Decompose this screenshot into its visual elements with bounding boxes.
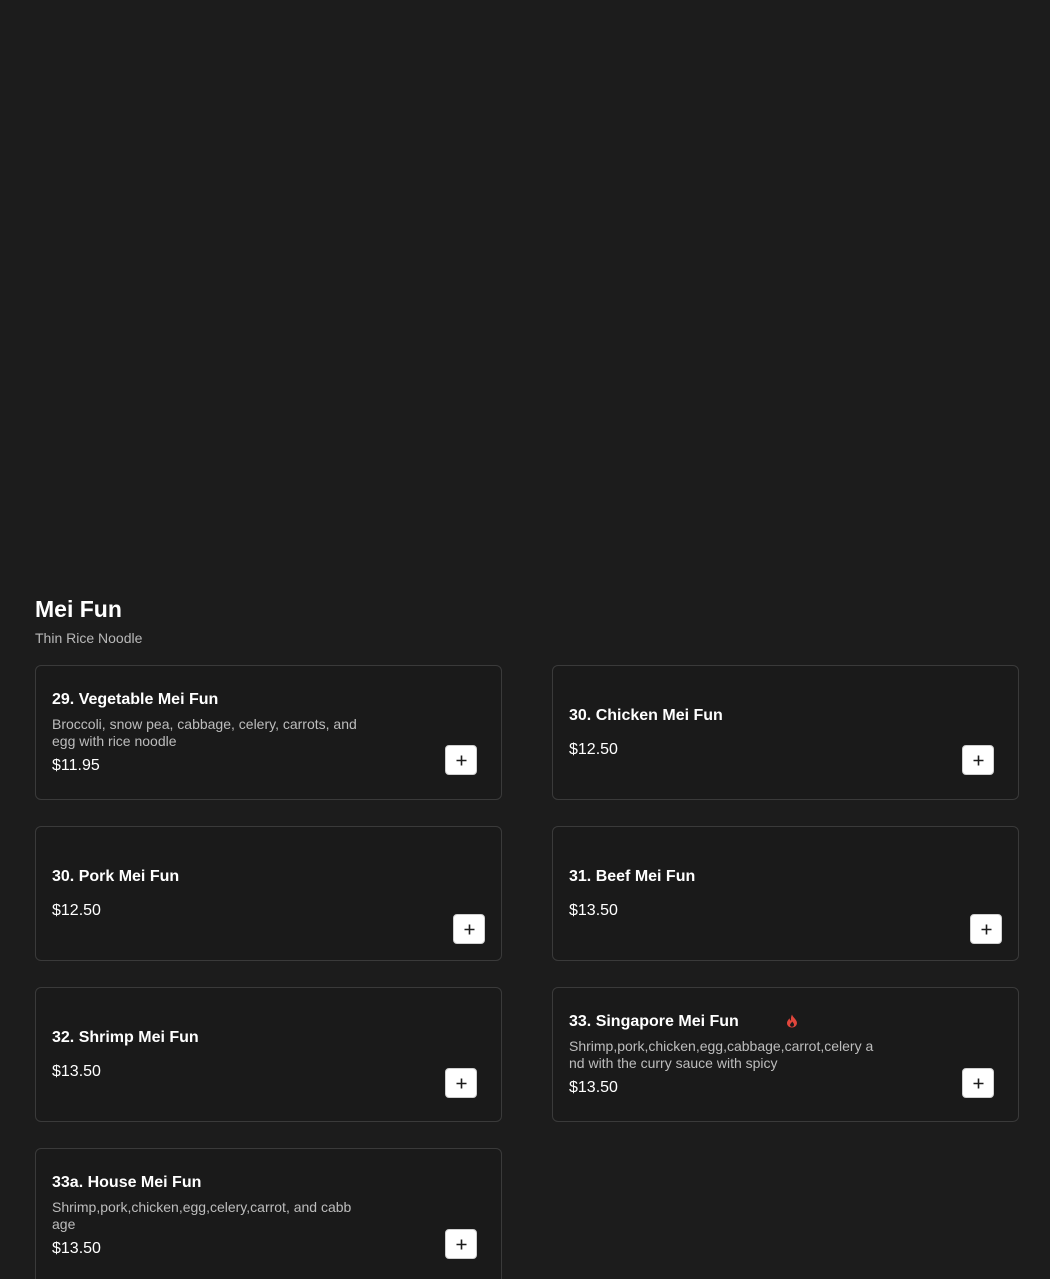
menu-item-body: 31. Beef Mei Fun $13.50 (569, 827, 874, 960)
add-item-button[interactable] (970, 914, 1002, 944)
menu-item-price: $13.50 (569, 1078, 618, 1096)
menu-item-body: 29. Vegetable Mei Fun Broccoli, snow pea… (52, 666, 357, 799)
add-item-button[interactable] (445, 745, 477, 775)
add-item-button[interactable] (453, 914, 485, 944)
menu-item-card[interactable]: 33. Singapore Mei Fun Shrimp,pork,chicke… (552, 987, 1019, 1122)
menu-item-price: $11.95 (52, 756, 100, 774)
spicy-flame-icon (785, 1014, 799, 1028)
menu-item-description: Broccoli, snow pea, cabbage, celery, car… (52, 715, 357, 749)
menu-item-description: Shrimp,pork,chicken,egg,celery,carrot, a… (52, 1198, 352, 1232)
plus-icon (456, 1239, 466, 1249)
menu-item-name: 30. Pork Mei Fun (52, 867, 180, 885)
menu-item-description: Shrimp,pork,chicken,egg,cabbage,carrot,c… (569, 1037, 874, 1071)
menu-item-body: 33a. House Mei Fun Shrimp,pork,chicken,e… (52, 1149, 357, 1279)
plus-icon (456, 1078, 466, 1088)
add-item-button[interactable] (962, 745, 994, 775)
menu-item-body: 32. Shrimp Mei Fun $13.50 (52, 988, 357, 1121)
menu-item-price: $13.50 (52, 1062, 101, 1080)
add-item-button[interactable] (445, 1229, 477, 1259)
menu-item-name: 33. Singapore Mei Fun (569, 1012, 739, 1030)
plus-icon (973, 1078, 983, 1088)
plus-icon (973, 755, 983, 765)
section-subtitle: Thin Rice Noodle (35, 630, 143, 646)
menu-item-price: $13.50 (569, 901, 618, 919)
menu-item-card[interactable]: 29. Vegetable Mei Fun Broccoli, snow pea… (35, 665, 502, 800)
menu-item-name: 30. Chicken Mei Fun (569, 706, 723, 724)
menu-item-price: $12.50 (52, 901, 101, 919)
section-header: Mei Fun Thin Rice Noodle (35, 594, 142, 646)
plus-icon (464, 924, 474, 934)
add-item-button[interactable] (962, 1068, 994, 1098)
menu-item-body: 30. Pork Mei Fun $12.50 (52, 827, 357, 960)
menu-item-name: 29. Vegetable Mei Fun (52, 690, 219, 708)
menu-item-name: 32. Shrimp Mei Fun (52, 1028, 199, 1046)
plus-icon (456, 755, 466, 765)
menu-item-name: 31. Beef Mei Fun (569, 867, 696, 885)
menu-item-card[interactable]: 31. Beef Mei Fun $13.50 (552, 826, 1019, 961)
menu-item-body: 33. Singapore Mei Fun Shrimp,pork,chicke… (569, 988, 874, 1121)
menu-item-price: $12.50 (569, 740, 618, 758)
menu-item-card[interactable]: 30. Pork Mei Fun $12.50 (35, 826, 502, 961)
menu-item-card[interactable]: 30. Chicken Mei Fun $12.50 (552, 665, 1019, 800)
menu-page: Mei Fun Thin Rice Noodle 29. Vegetable M… (0, 0, 1050, 1279)
menu-item-card[interactable]: 32. Shrimp Mei Fun $13.50 (35, 987, 502, 1122)
menu-item-name: 33a. House Mei Fun (52, 1173, 202, 1191)
section-title: Mei Fun (35, 596, 122, 622)
menu-item-card[interactable]: 33a. House Mei Fun Shrimp,pork,chicken,e… (35, 1148, 502, 1279)
menu-item-price: $13.50 (52, 1239, 101, 1257)
plus-icon (981, 924, 991, 934)
menu-item-body: 30. Chicken Mei Fun $12.50 (569, 666, 874, 799)
add-item-button[interactable] (445, 1068, 477, 1098)
